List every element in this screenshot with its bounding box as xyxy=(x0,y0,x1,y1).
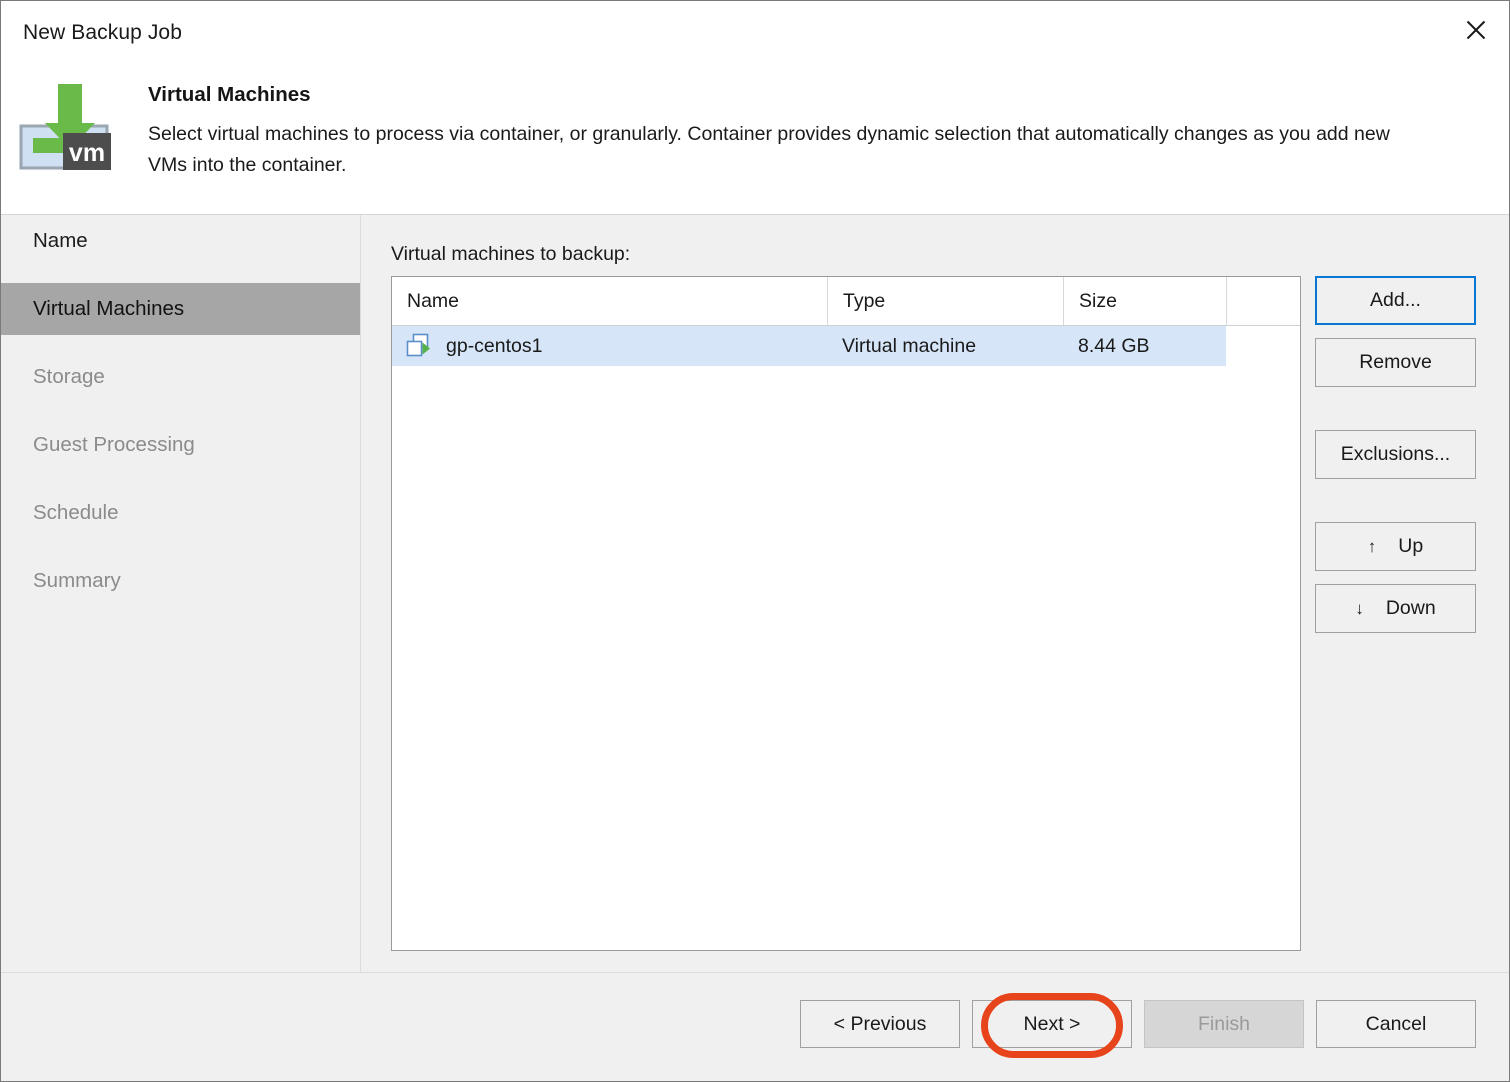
cancel-button[interactable]: Cancel xyxy=(1316,1000,1476,1048)
window-title: New Backup Job xyxy=(23,21,182,44)
move-down-button[interactable]: ↓ Down xyxy=(1315,584,1476,633)
sidebar-item-label: Schedule xyxy=(33,501,119,524)
table-row[interactable]: gp-centos1 Virtual machine 8.44 GB xyxy=(392,326,1226,366)
cancel-button-label: Cancel xyxy=(1365,1012,1427,1035)
dialog-footer: < Previous Next > Finish Cancel xyxy=(1,972,1509,1081)
wizard-sidebar: Name Virtual Machines Storage Guest Proc… xyxy=(1,215,360,972)
dialog-body: Name Virtual Machines Storage Guest Proc… xyxy=(1,215,1509,1065)
remove-button-label: Remove xyxy=(1359,351,1432,373)
vm-table: Name Type Size gp-centos1 Virtual machin… xyxy=(391,276,1301,951)
add-button[interactable]: Add... xyxy=(1315,276,1476,325)
sidebar-item-label: Guest Processing xyxy=(33,433,195,456)
vm-backup-icon: vm xyxy=(15,71,119,175)
cell-name-text: gp-centos1 xyxy=(446,334,543,357)
exclusions-button[interactable]: Exclusions... xyxy=(1315,430,1476,479)
column-header-extra[interactable] xyxy=(1226,277,1300,325)
move-up-button[interactable]: ↑ Up xyxy=(1315,522,1476,571)
cell-name: gp-centos1 xyxy=(392,326,827,366)
new-backup-job-dialog: New Backup Job vm Virtual Machines Selec… xyxy=(0,0,1510,1082)
arrow-up-icon: ↑ xyxy=(1367,537,1377,556)
sidebar-item-guest-processing[interactable]: Guest Processing xyxy=(1,419,360,471)
previous-button[interactable]: < Previous xyxy=(800,1000,960,1048)
sidebar-item-label: Storage xyxy=(33,365,105,388)
next-button[interactable]: Next > xyxy=(972,1000,1132,1048)
vm-table-header: Name Type Size xyxy=(392,277,1300,326)
finish-button-label: Finish xyxy=(1197,1012,1251,1035)
remove-button[interactable]: Remove xyxy=(1315,338,1476,387)
move-up-button-label: Up xyxy=(1398,535,1424,557)
move-down-button-label: Down xyxy=(1385,597,1436,619)
previous-button-label: < Previous xyxy=(833,1012,927,1035)
sidebar-item-virtual-machines[interactable]: Virtual Machines xyxy=(1,283,360,335)
vm-list-label: Virtual machines to backup: xyxy=(391,243,631,265)
finish-button: Finish xyxy=(1144,1000,1304,1048)
close-icon[interactable] xyxy=(1453,9,1499,51)
page-title: Virtual Machines xyxy=(148,83,311,106)
arrow-down-icon: ↓ xyxy=(1355,599,1364,618)
content-pane: Virtual machines to backup: Name Type Si… xyxy=(361,215,1509,1065)
sidebar-item-label: Summary xyxy=(33,569,121,592)
virtual-machine-icon xyxy=(406,333,433,359)
sidebar-item-label: Virtual Machines xyxy=(33,297,185,320)
column-header-size[interactable]: Size xyxy=(1063,277,1226,325)
sidebar-item-schedule[interactable]: Schedule xyxy=(1,487,360,539)
dialog-header: vm Virtual Machines Select virtual machi… xyxy=(1,63,1509,214)
sidebar-item-name[interactable]: Name xyxy=(1,215,360,267)
column-header-type[interactable]: Type xyxy=(827,277,1063,325)
next-button-label: Next > xyxy=(1023,1012,1081,1035)
vm-table-body: gp-centos1 Virtual machine 8.44 GB xyxy=(392,326,1300,950)
title-bar: New Backup Job xyxy=(1,1,1509,63)
sidebar-item-label: Name xyxy=(33,229,88,252)
cell-size: 8.44 GB xyxy=(1078,334,1150,357)
cell-type: Virtual machine xyxy=(842,334,977,357)
page-description: Select virtual machines to process via c… xyxy=(148,123,1390,176)
sidebar-item-storage[interactable]: Storage xyxy=(1,351,360,403)
exclusions-button-label: Exclusions... xyxy=(1340,443,1451,465)
column-header-name[interactable]: Name xyxy=(392,277,827,325)
svg-text:vm: vm xyxy=(69,139,105,167)
sidebar-item-summary[interactable]: Summary xyxy=(1,555,360,607)
add-button-label: Add... xyxy=(1370,289,1421,311)
